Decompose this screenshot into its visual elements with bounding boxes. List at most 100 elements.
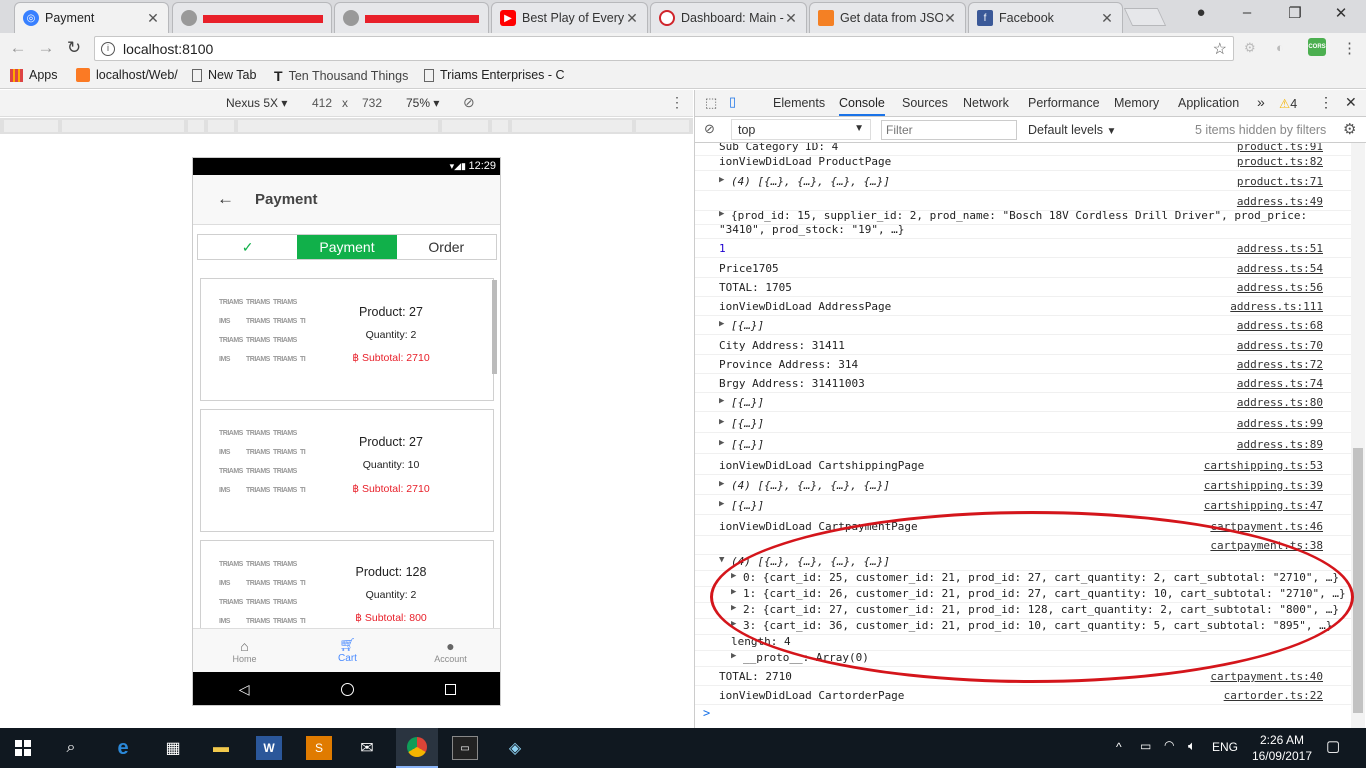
file-explorer-icon[interactable]: ▬ [208, 736, 234, 760]
console-prompt[interactable]: > [703, 706, 710, 720]
expand-right-icon[interactable]: ▶ [719, 209, 724, 219]
inspect-icon[interactable]: ⬚ [705, 95, 717, 111]
source-link[interactable]: cartpayment.ts:38 [1210, 539, 1323, 552]
tab-memory[interactable]: Memory [1114, 96, 1159, 110]
tab-dashboard[interactable]: Dashboard: Main - ✕ [650, 2, 807, 33]
close-icon[interactable]: ✕ [1100, 10, 1114, 27]
close-icon[interactable]: ✕ [625, 10, 639, 27]
close-icon[interactable]: ✕ [146, 10, 160, 27]
expand-right-icon[interactable]: ▶ [719, 396, 724, 406]
source-link[interactable]: address.ts:80 [1237, 396, 1323, 409]
tab-elements[interactable]: Elements [773, 96, 825, 110]
source-link[interactable]: cartorder.ts:22 [1224, 689, 1323, 702]
source-link[interactable]: address.ts:56 [1237, 281, 1323, 294]
source-link[interactable]: address.ts:68 [1237, 319, 1323, 332]
source-link[interactable]: cartshipping.ts:39 [1204, 479, 1323, 492]
expand-right-icon[interactable]: ▶ [719, 417, 724, 427]
new-tab-button[interactable] [1123, 8, 1167, 26]
source-link[interactable]: address.ts:54 [1237, 262, 1323, 275]
chrome-icon[interactable] [396, 728, 438, 768]
source-link[interactable]: address.ts:111 [1230, 300, 1323, 313]
tab-cart[interactable]: 🛒︎ Cart [296, 629, 399, 672]
source-link[interactable]: address.ts:51 [1237, 242, 1323, 255]
profile-icon[interactable]: ● [1186, 4, 1216, 24]
expand-right-icon[interactable]: ▶ [719, 438, 724, 448]
more-options-icon[interactable]: ⋮ [670, 94, 684, 111]
bookmark-triams[interactable]: Triams Enterprises - C [424, 68, 565, 82]
tab-application[interactable]: Application [1178, 96, 1239, 110]
terminal-icon[interactable]: ▭ [452, 736, 478, 760]
source-link[interactable]: address.ts:74 [1237, 377, 1323, 390]
log-levels-select[interactable]: Default levels ▼ [1028, 123, 1116, 137]
console-scrollbar[interactable] [1351, 143, 1365, 728]
notifications-icon[interactable]: ▢ [1326, 737, 1340, 755]
bookmark-star-icon[interactable]: ☆ [1213, 39, 1227, 59]
expand-right-icon[interactable]: ▶ [731, 571, 736, 581]
nav-recents-icon[interactable] [445, 684, 457, 695]
expand-right-icon[interactable]: ▶ [731, 603, 736, 613]
back-arrow-icon[interactable]: ← [217, 189, 234, 209]
rotate-icon[interactable]: ⊘ [463, 94, 475, 111]
source-link[interactable]: address.ts:72 [1237, 358, 1323, 371]
bookmark-new-tab[interactable]: New Tab [192, 68, 256, 82]
devtools-menu-icon[interactable]: ⋮ [1319, 94, 1333, 111]
source-link[interactable]: product.ts:91 [1237, 143, 1323, 153]
battery-icon[interactable]: ▭ [1140, 739, 1151, 753]
step-order[interactable]: Order [397, 235, 496, 259]
tab-account[interactable]: ● Account [399, 629, 500, 672]
expand-right-icon[interactable]: ▶ [719, 479, 724, 489]
reload-icon[interactable]: ↻ [64, 38, 84, 58]
expand-right-icon[interactable]: ▶ [731, 587, 736, 597]
expand-right-icon[interactable]: ▶ [719, 175, 724, 185]
source-link[interactable]: product.ts:71 [1237, 175, 1323, 188]
close-icon[interactable]: ✕ [784, 10, 798, 27]
tab-redacted-2[interactable] [334, 2, 489, 33]
app-icon[interactable]: ◈ [502, 736, 528, 760]
expand-right-icon[interactable]: ▶ [719, 319, 724, 329]
nav-home-icon[interactable] [340, 683, 354, 696]
source-link[interactable]: product.ts:82 [1237, 155, 1323, 168]
clock[interactable]: 2:26 AM 16/09/2017 [1252, 732, 1312, 764]
console-filter-input[interactable] [881, 120, 1017, 140]
windows-start-icon[interactable] [10, 736, 36, 760]
tab-stackoverflow[interactable]: Get data from JSO ✕ [809, 2, 966, 33]
forward-icon[interactable]: → [36, 38, 56, 58]
search-icon[interactable]: ⌕ [58, 736, 84, 760]
device-mode-icon[interactable]: ▯ [729, 94, 736, 110]
tab-home[interactable]: ⌂ Home [193, 629, 296, 672]
expand-down-icon[interactable]: ▼ [719, 555, 724, 565]
console-settings-gear-icon[interactable]: ⚙ [1343, 120, 1356, 138]
bookmark-localhost[interactable]: localhost/Web/ [76, 68, 178, 82]
context-select[interactable]: top ▼ [731, 119, 871, 140]
extension-icon[interactable]: ⚙ [1244, 40, 1260, 56]
source-link[interactable]: cartpayment.ts:46 [1210, 520, 1323, 533]
step-cart-done[interactable]: ✓ [198, 235, 297, 259]
word-icon[interactable]: W [256, 736, 282, 760]
store-icon[interactable]: ▦ [160, 736, 186, 760]
scrollbar-thumb[interactable] [1353, 448, 1363, 713]
expand-right-icon[interactable]: ▶ [731, 651, 736, 661]
source-link[interactable]: address.ts:70 [1237, 339, 1323, 352]
source-link[interactable]: cartshipping.ts:47 [1204, 499, 1323, 512]
tab-redacted-1[interactable] [172, 2, 332, 33]
tray-chevron-icon[interactable]: ^ [1116, 740, 1122, 754]
source-link[interactable]: cartshipping.ts:53 [1204, 459, 1323, 472]
tab-facebook[interactable]: f Facebook ✕ [968, 2, 1123, 33]
tab-console[interactable]: Console [839, 96, 885, 116]
clear-console-icon[interactable]: ⊘ [704, 121, 715, 137]
source-link[interactable]: address.ts:89 [1237, 438, 1323, 451]
address-bar[interactable]: i localhost:8100 ☆ [94, 36, 1234, 61]
minimize-button[interactable]: – [1232, 4, 1262, 24]
source-link[interactable]: address.ts:99 [1237, 417, 1323, 430]
mail-icon[interactable]: ✉ [354, 736, 380, 760]
bookmark-apps[interactable]: Apps [10, 68, 58, 82]
tab-youtube[interactable]: ▶ Best Play of Every ✕ [491, 2, 648, 33]
language-indicator[interactable]: ENG [1212, 740, 1238, 754]
devtools-close-icon[interactable]: ✕ [1345, 94, 1357, 111]
wifi-icon[interactable]: ◠ [1164, 738, 1174, 752]
close-icon[interactable]: ✕ [943, 10, 957, 27]
zoom-select[interactable]: 75% ▾ [406, 96, 439, 110]
tab-network[interactable]: Network [963, 96, 1009, 110]
tab-performance[interactable]: Performance [1028, 96, 1100, 110]
sublime-icon[interactable]: S [306, 736, 332, 760]
